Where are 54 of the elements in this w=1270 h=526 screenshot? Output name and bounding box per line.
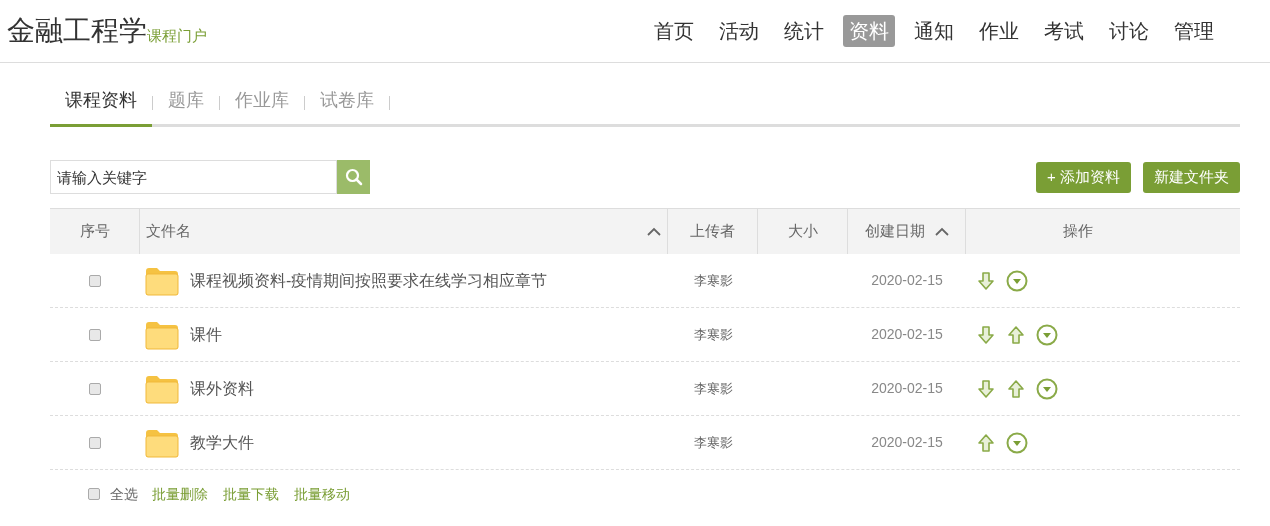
column-header: 上传者 — [690, 221, 735, 242]
checkbox[interactable] — [89, 274, 101, 287]
column-header: 操作 — [1063, 221, 1093, 242]
portal-label: 课程门户 — [147, 28, 207, 43]
date-text: 2020-02-15 — [871, 325, 943, 344]
down-arrow-icon[interactable] — [976, 378, 996, 399]
up-arrow-icon[interactable] — [976, 432, 996, 453]
column-header: 文件名 — [146, 221, 191, 242]
date-text: 2020-02-15 — [871, 271, 943, 290]
nav-link[interactable]: 统计 — [778, 15, 830, 47]
up-arrow-icon[interactable] — [1006, 324, 1026, 345]
column-header: 创建日期 — [864, 221, 925, 242]
date-text: 2020-02-15 — [871, 379, 943, 398]
file-name-link[interactable]: 课件 — [190, 322, 222, 347]
column-header: 大小 — [787, 221, 818, 242]
dropdown-circle-icon[interactable] — [1036, 377, 1058, 400]
search-field[interactable]: 请输入关键字 — [50, 160, 337, 194]
column-header: 序号 — [79, 221, 110, 242]
checkbox[interactable] — [89, 328, 101, 341]
down-arrow-icon[interactable] — [976, 270, 996, 291]
dropdown-circle-icon[interactable] — [1036, 323, 1058, 346]
checkbox[interactable] — [89, 436, 101, 449]
folder-icon — [145, 265, 179, 296]
search-icon[interactable] — [344, 168, 363, 186]
folder-icon — [145, 373, 179, 404]
sort-caret-icon[interactable] — [934, 227, 949, 236]
up-arrow-icon[interactable] — [1006, 378, 1026, 399]
checkbox[interactable] — [89, 382, 101, 395]
search-button[interactable] — [337, 160, 370, 194]
uploader-name: 李寒影 — [693, 325, 733, 344]
nav-link[interactable]: 作业 — [973, 15, 1025, 47]
uploader-name: 李寒影 — [693, 433, 733, 452]
nav-link[interactable]: 活动 — [713, 15, 765, 47]
file-name-link[interactable]: 课外资料 — [190, 376, 254, 401]
dropdown-circle-icon[interactable] — [1006, 269, 1028, 292]
nav-link[interactable]: 首页 — [648, 15, 700, 47]
file-name-link[interactable]: 课程视频资料-疫情期间按照要求在线学习相应章节 — [190, 268, 548, 293]
folder-icon — [145, 319, 179, 350]
down-arrow-icon[interactable] — [976, 324, 996, 345]
course-title: 金融工程学 — [7, 17, 147, 45]
select-all-label[interactable]: 全选 — [110, 483, 138, 505]
dropdown-circle-icon[interactable] — [1006, 431, 1028, 454]
date-text: 2020-02-15 — [871, 433, 943, 452]
checkbox[interactable] — [88, 488, 100, 500]
tab[interactable]: 课程资料 — [50, 87, 152, 127]
file-name-link[interactable]: 教学大件 — [190, 430, 254, 455]
nav-link[interactable]: 管理 — [1168, 15, 1220, 47]
nav-link[interactable]: 讨论 — [1103, 15, 1155, 47]
nav-link[interactable]: 考试 — [1038, 15, 1090, 47]
sort-caret-icon[interactable] — [647, 227, 661, 236]
nav-link[interactable]: 通知 — [908, 15, 960, 47]
folder-icon — [145, 427, 179, 458]
uploader-name: 李寒影 — [693, 271, 733, 290]
uploader-name: 李寒影 — [693, 379, 733, 398]
